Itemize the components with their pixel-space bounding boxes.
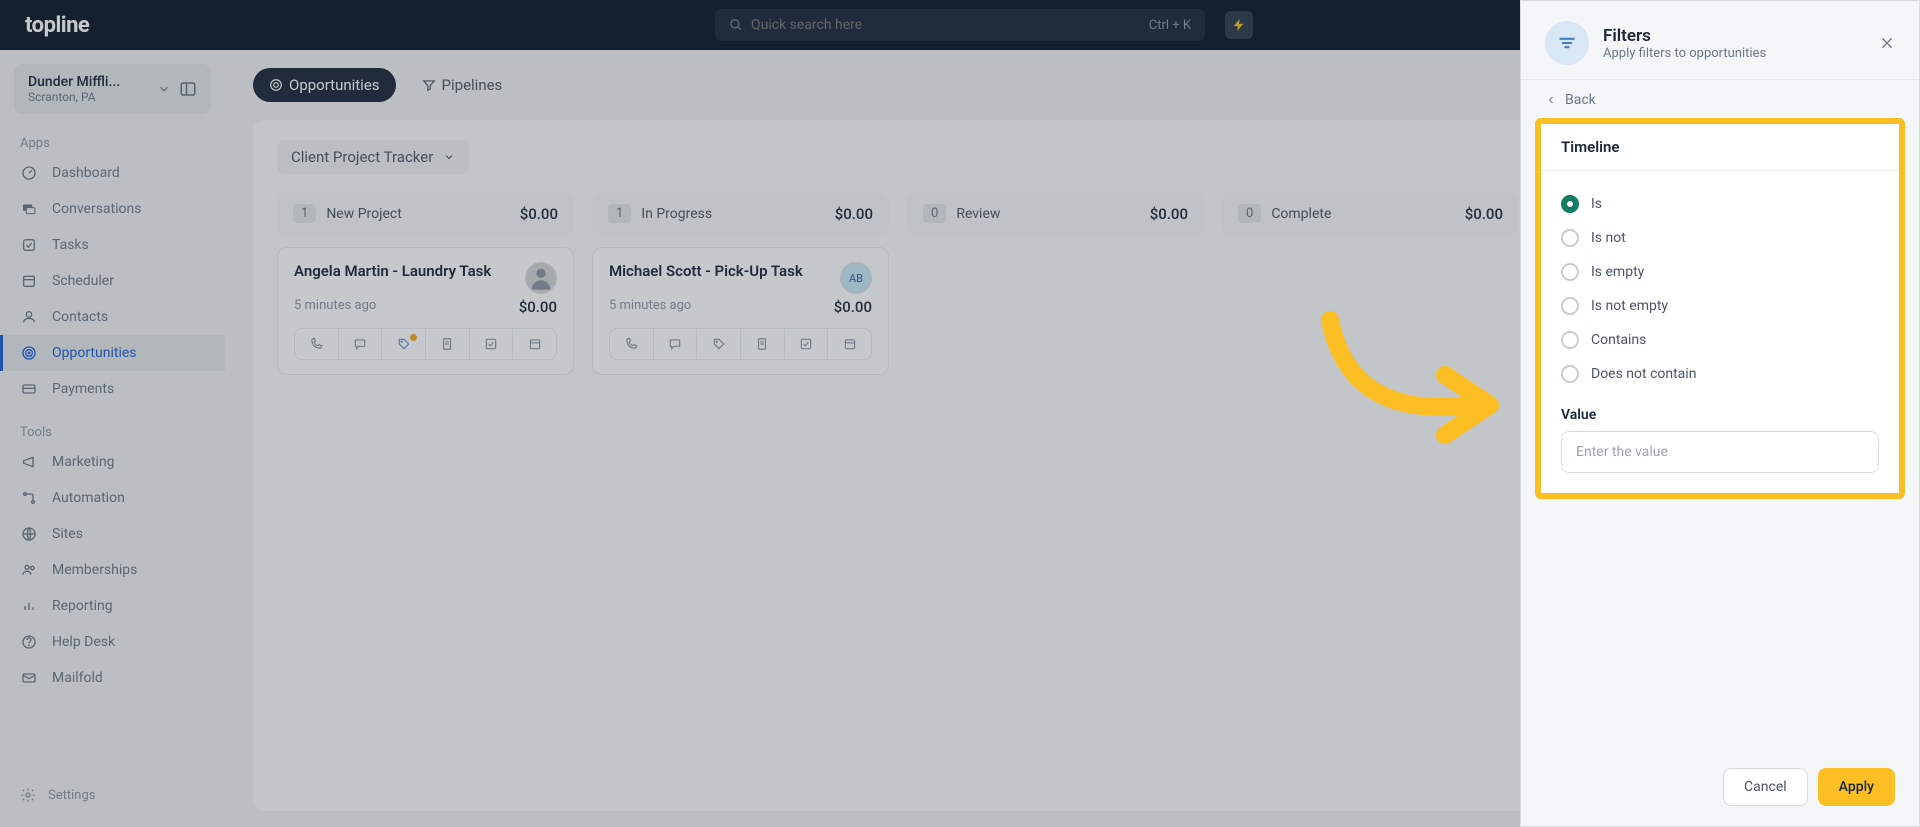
filter-icon bbox=[1545, 21, 1589, 65]
radio-icon bbox=[1561, 263, 1579, 281]
operator-label: Is empty bbox=[1591, 264, 1644, 280]
apply-button[interactable]: Apply bbox=[1818, 768, 1895, 806]
back-label: Back bbox=[1565, 92, 1596, 108]
radio-icon bbox=[1561, 229, 1579, 247]
radio-icon bbox=[1561, 365, 1579, 383]
operator-contains[interactable]: Contains bbox=[1561, 323, 1879, 357]
operator-does-not-contain[interactable]: Does not contain bbox=[1561, 357, 1879, 391]
back-button[interactable]: Back bbox=[1521, 79, 1919, 118]
filter-config-box: Timeline Is Is not Is empty Is not empty… bbox=[1535, 118, 1905, 499]
value-input[interactable] bbox=[1561, 431, 1879, 473]
close-button[interactable] bbox=[1879, 35, 1895, 51]
operator-label: Contains bbox=[1591, 332, 1646, 348]
cancel-button[interactable]: Cancel bbox=[1723, 768, 1808, 806]
operator-label: Does not contain bbox=[1591, 366, 1696, 382]
panel-title: Filters bbox=[1603, 26, 1865, 46]
filter-panel: Filters Apply filters to opportunities B… bbox=[1520, 0, 1920, 827]
radio-icon bbox=[1561, 195, 1579, 213]
operator-list: Is Is not Is empty Is not empty Contains… bbox=[1541, 171, 1899, 401]
operator-label: Is not bbox=[1591, 230, 1626, 246]
modal-overlay[interactable] bbox=[0, 0, 1520, 827]
radio-icon bbox=[1561, 331, 1579, 349]
operator-is[interactable]: Is bbox=[1561, 187, 1879, 221]
chevron-left-icon bbox=[1545, 94, 1557, 106]
operator-is-empty[interactable]: Is empty bbox=[1561, 255, 1879, 289]
value-label: Value bbox=[1561, 407, 1879, 423]
operator-label: Is not empty bbox=[1591, 298, 1668, 314]
filter-field-name: Timeline bbox=[1541, 124, 1899, 171]
panel-header: Filters Apply filters to opportunities bbox=[1521, 1, 1919, 79]
operator-label: Is bbox=[1591, 196, 1602, 212]
radio-icon bbox=[1561, 297, 1579, 315]
panel-footer: Cancel Apply bbox=[1521, 748, 1919, 826]
operator-is-not[interactable]: Is not bbox=[1561, 221, 1879, 255]
operator-is-not-empty[interactable]: Is not empty bbox=[1561, 289, 1879, 323]
panel-subtitle: Apply filters to opportunities bbox=[1603, 46, 1865, 61]
